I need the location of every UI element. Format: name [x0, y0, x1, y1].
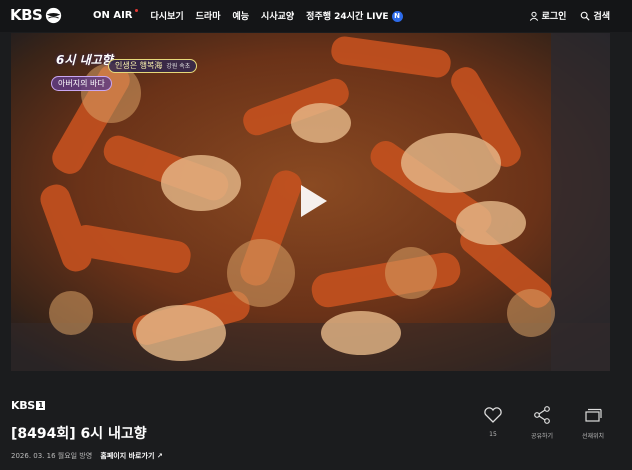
nav-drama[interactable]: 드라마 — [196, 9, 221, 22]
nav-on-air[interactable]: ON AIR — [93, 9, 138, 21]
like-button[interactable]: 15 — [473, 406, 513, 438]
program-caption: 인생은 행복海 강원 속초 — [108, 59, 198, 73]
nav-current-affairs[interactable]: 시사교양 — [261, 9, 294, 22]
live-dot — [134, 9, 138, 12]
heart-icon — [484, 407, 502, 423]
save-position-label: 선재위치 — [581, 433, 605, 440]
share-icon — [534, 406, 550, 424]
program-badge: 6시 내고향 인생은 행복海 강원 속초 — [56, 49, 198, 73]
search-button[interactable]: 검색 — [580, 9, 610, 22]
episode-meta: 2026. 03. 16 월요일 방영 홈페이지 바로가기 ↗ — [11, 451, 163, 461]
segment-title: 아버지의 바다 — [51, 76, 112, 91]
login-label: 로그인 — [541, 12, 567, 22]
main-nav: ON AIR 다시보기 드라마 예능 시사교양 정주행 24시간 LIVE N — [93, 9, 415, 22]
nav-replay[interactable]: 다시보기 — [151, 9, 184, 22]
login-button[interactable]: 로그인 — [529, 9, 567, 22]
user-icon — [529, 11, 538, 21]
episode-title: [8494회] 6시 내고향 — [11, 426, 147, 442]
play-icon[interactable] — [301, 185, 327, 217]
top-navigation-bar: KBS ON AIR 다시보기 드라마 예능 시사교양 정주행 24시간 LIV… — [0, 0, 632, 32]
save-position-button[interactable]: 선재위치 — [573, 406, 613, 440]
video-player[interactable]: 6시 내고향 인생은 행복海 강원 속초 아버지의 바다 — [11, 33, 610, 371]
share-label: 공유하기 — [530, 433, 554, 440]
kbs-logo-text: KBS — [10, 6, 43, 24]
search-icon — [581, 11, 591, 21]
new-badge: N — [391, 11, 403, 22]
playlist-icon — [585, 408, 602, 422]
share-button[interactable]: 공유하기 — [522, 406, 562, 440]
like-count: 15 — [489, 431, 497, 438]
kbs-logo[interactable]: KBS — [10, 6, 62, 24]
nav-24h-live[interactable]: 정주행 24시간 LIVE N — [306, 9, 403, 22]
channel-logo: KBS 1 — [11, 399, 46, 412]
kbs-globe-icon — [46, 7, 62, 23]
nav-entertainment[interactable]: 예능 — [232, 9, 249, 22]
homepage-link[interactable]: 홈페이지 바로가기 ↗ — [100, 452, 162, 460]
broadcast-date: 2026. 03. 16 월요일 방영 — [11, 452, 93, 460]
utility-menu: 로그인 검색 — [529, 9, 610, 22]
search-label: 검색 — [593, 12, 610, 22]
program-logo: 6시 내고향 — [56, 53, 113, 67]
